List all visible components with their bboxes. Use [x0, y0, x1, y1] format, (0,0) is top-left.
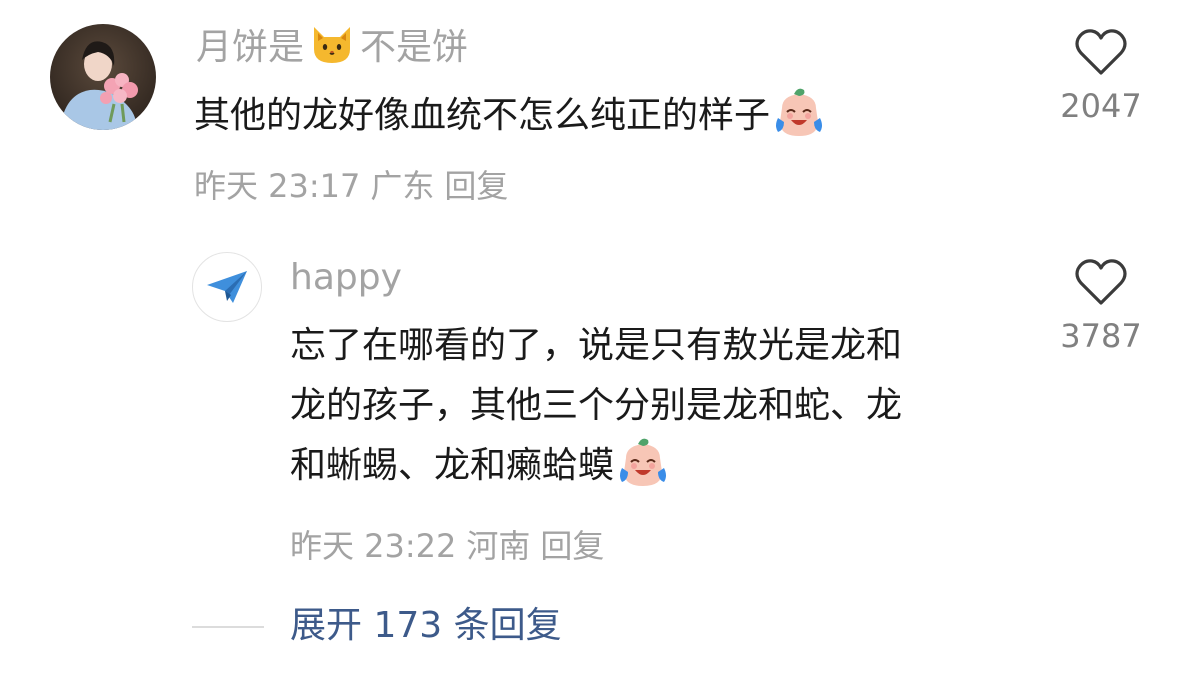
comment-like[interactable]: 2047 — [1046, 28, 1156, 124]
expand-divider — [192, 626, 264, 628]
reply-time: 昨天 23:22 — [290, 527, 457, 565]
reply-text-line: 忘了在哪看的了，说是只有敖光是龙和 — [290, 325, 903, 366]
reply-text-line: 和蜥蜴、龙和癞蛤蟆 — [290, 436, 902, 496]
heart-icon[interactable] — [1075, 258, 1127, 306]
comment-location: 广东 — [370, 167, 435, 205]
comment-text: 其他的龙好像血统不怎么纯正的样子 — [194, 86, 826, 146]
expand-replies-button[interactable]: 展开 173 条回复 — [290, 604, 562, 648]
reply-like[interactable]: 3787 — [1046, 258, 1156, 354]
replier-avatar[interactable] — [192, 252, 262, 322]
comment-thread: 月饼是 不是饼 其他的龙好像血统不怎么纯正的样子 昨天 23:17 广东 回复 … — [0, 0, 1179, 696]
laughing-tears-emoji-icon — [616, 436, 670, 490]
reply-reply-button[interactable]: 回复 — [540, 527, 604, 565]
reply-meta: 昨天 23:22 河南 回复 — [290, 526, 614, 566]
comment-reply-button[interactable]: 回复 — [444, 167, 508, 205]
reply-like-count: 3787 — [1060, 317, 1142, 355]
replier-username[interactable]: happy — [290, 256, 402, 300]
reply-location: 河南 — [466, 527, 531, 565]
laughing-tears-emoji-icon — [772, 86, 826, 140]
reply-text-line: 龙的孩子，其他三个分别是龙和蛇、龙 — [290, 385, 903, 426]
reply-text: 忘了在哪看的了，说是只有敖光是龙和 龙的孩子，其他三个分别是龙和蛇、龙 和蜥蜴、… — [290, 316, 902, 496]
heart-icon[interactable] — [1075, 28, 1127, 76]
comment-like-count: 2047 — [1060, 87, 1142, 125]
commenter-username[interactable]: 月饼是 不是饼 — [196, 26, 468, 70]
commenter-avatar[interactable] — [50, 24, 156, 130]
comment-meta: 昨天 23:17 广东 回复 — [194, 166, 518, 206]
paper-plane-icon — [207, 271, 247, 303]
cat-face-emoji-icon — [310, 25, 354, 65]
comment-time: 昨天 23:17 — [194, 167, 361, 205]
